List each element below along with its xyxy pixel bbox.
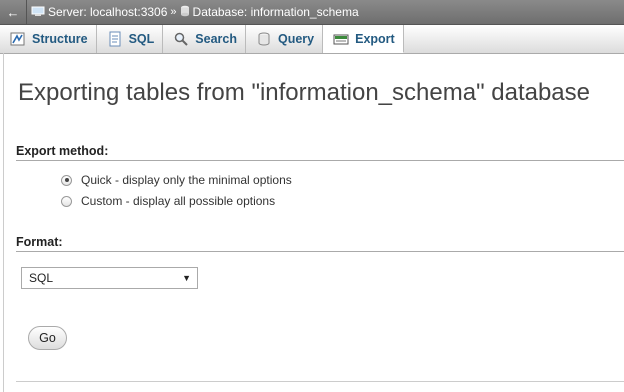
radio-custom-label[interactable]: Custom - display all possible options (81, 194, 275, 208)
go-button[interactable]: Go (28, 326, 67, 350)
database-icon (180, 5, 190, 20)
server-icon (31, 5, 45, 20)
radio-custom[interactable]: Custom - display all possible options (61, 194, 275, 208)
tab-search[interactable]: Search (163, 25, 246, 53)
tab-query[interactable]: Query (246, 25, 324, 53)
search-icon (173, 31, 189, 47)
tab-bar: Structure SQL Search Query Export (0, 25, 624, 54)
export-method-heading: Export method: (16, 144, 624, 161)
dropdown-arrow-icon: ▼ (182, 273, 191, 283)
radio-quick[interactable]: Quick - display only the minimal options (61, 173, 292, 187)
tab-query-label: Query (277, 32, 315, 46)
back-arrow-icon[interactable]: ← (0, 0, 27, 24)
format-heading: Format: (16, 235, 624, 252)
sql-icon (107, 31, 123, 47)
format-select-value: SQL (29, 271, 54, 285)
radio-custom-button[interactable] (61, 195, 72, 207)
tab-structure[interactable]: Structure (0, 25, 97, 53)
page-title: Exporting tables from "information_schem… (18, 79, 591, 106)
left-divider (3, 53, 4, 392)
query-icon (256, 31, 272, 47)
tab-export-label: Export (355, 31, 395, 46)
bottom-divider (16, 381, 624, 382)
breadcrumb-separator: » (170, 6, 177, 18)
structure-icon (10, 31, 26, 47)
export-icon (333, 31, 349, 47)
tab-sql-label: SQL (128, 32, 155, 46)
radio-quick-label[interactable]: Quick - display only the minimal options (81, 173, 292, 187)
breadcrumb: ← Server: localhost:3306 » Database: inf… (0, 0, 624, 25)
radio-quick-button[interactable] (61, 174, 72, 186)
tab-sql[interactable]: SQL (97, 25, 164, 53)
tab-search-label: Search (195, 32, 237, 46)
breadcrumb-server[interactable]: Server: localhost:3306 (31, 5, 167, 20)
breadcrumb-database[interactable]: Database: information_schema (180, 5, 359, 20)
format-select[interactable]: SQL ▼ (21, 267, 198, 289)
tab-export[interactable]: Export (323, 25, 404, 53)
breadcrumb-database-label[interactable]: Database: information_schema (193, 5, 359, 19)
tab-structure-label: Structure (32, 32, 88, 46)
breadcrumb-server-label[interactable]: Server: localhost:3306 (48, 5, 167, 19)
